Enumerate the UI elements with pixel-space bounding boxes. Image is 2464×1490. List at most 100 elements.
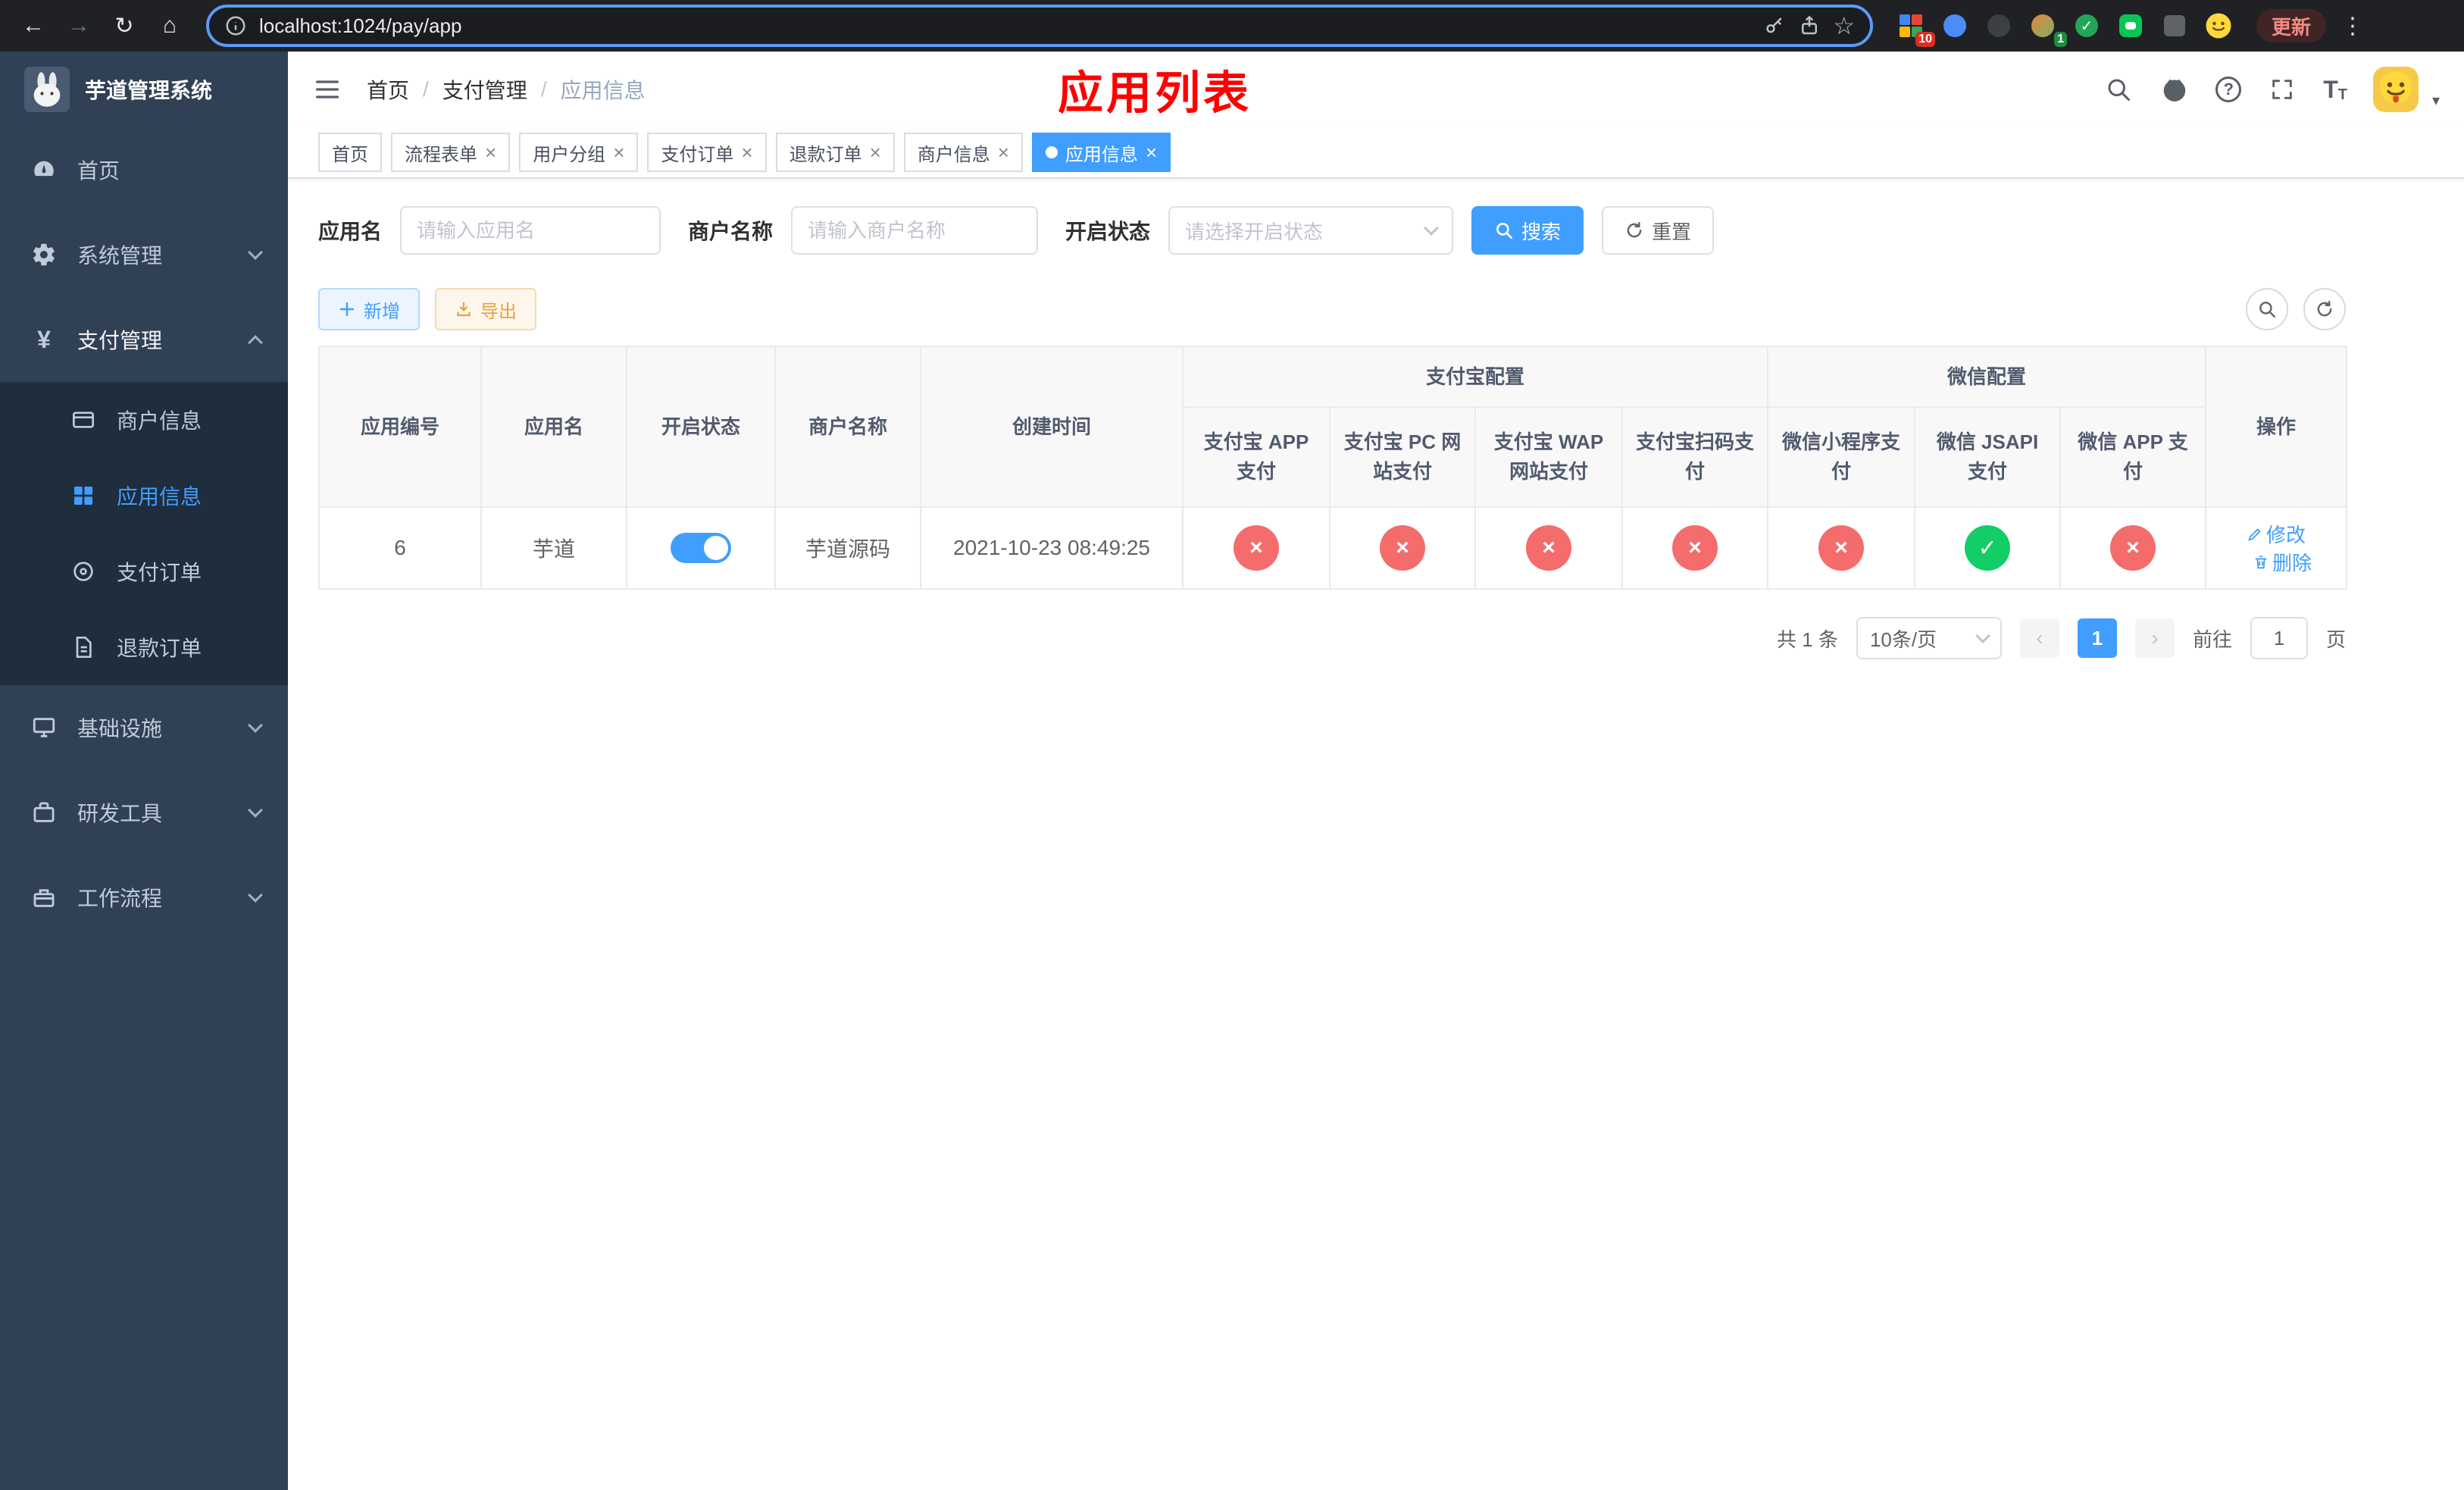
extension-check-icon[interactable]: ✓ <box>2073 12 2100 39</box>
navbar-actions: ? TT ▾ <box>2103 67 2440 112</box>
password-key-icon[interactable] <box>1763 14 1786 37</box>
col-alipay-pc: 支付宝 PC 网站支付 <box>1329 406 1476 508</box>
font-size-icon[interactable]: TT <box>2323 76 2347 104</box>
disabled-icon: × <box>1234 525 1279 571</box>
tab-home[interactable]: 首页 <box>318 133 382 172</box>
current-page-button[interactable]: 1 <box>2077 618 2117 658</box>
extension-avatar-icon[interactable]: 1 <box>2029 12 2067 47</box>
extension-dark-icon[interactable] <box>1985 12 2012 39</box>
search-button[interactable]: 搜索 <box>1471 206 1584 255</box>
sidebar-item-infrastructure[interactable]: 基础设施 <box>0 685 288 770</box>
app-name-label: 应用名 <box>318 220 383 243</box>
cell-wx-app: × <box>2059 506 2207 590</box>
site-info-icon[interactable] <box>224 14 247 37</box>
extensions-row: 10 1 ✓ <box>1897 12 2232 47</box>
reload-icon[interactable]: ↻ <box>103 5 145 47</box>
col-app-name: 应用名 <box>480 346 627 508</box>
forward-icon[interactable]: → <box>58 5 100 47</box>
table-tools <box>2246 288 2346 330</box>
page-size-select[interactable]: 10条/页 <box>1856 617 2002 659</box>
cell-created: 2021-10-23 08:49:25 <box>920 506 1184 590</box>
goto-page-input[interactable] <box>2250 617 2308 659</box>
github-icon[interactable] <box>2159 74 2190 105</box>
search-icon[interactable] <box>2103 74 2134 105</box>
tab-refund-order[interactable]: 退款订单 × <box>775 133 895 172</box>
drop-glyph <box>1943 14 1966 37</box>
sidebar: 芋道管理系统 首页 系统管理 ¥ 支付管理 商户信息 应用信息 支付订单 退款订… <box>0 52 288 1490</box>
profile-avatar-icon[interactable] <box>2205 12 2232 39</box>
sidebar-item-system[interactable]: 系统管理 <box>0 212 288 297</box>
goto-label: 前往 <box>2192 628 2232 651</box>
browser-update-button[interactable]: 更新 <box>2256 9 2327 42</box>
breadcrumb-pay[interactable]: 支付管理 <box>442 74 527 105</box>
show-search-button[interactable] <box>2246 288 2288 330</box>
avatar-caret-icon[interactable]: ▾ <box>2432 91 2440 110</box>
sidebar-item-app-info[interactable]: 应用信息 <box>0 458 288 534</box>
sidebar-item-pay[interactable]: ¥ 支付管理 <box>0 297 288 382</box>
fullscreen-icon[interactable] <box>2267 74 2297 105</box>
tab-merchant-info[interactable]: 商户信息 × <box>903 133 1023 172</box>
help-icon[interactable]: ? <box>2215 77 2242 102</box>
tab-process-form[interactable]: 流程表单 × <box>391 133 511 172</box>
sidebar-item-workflow[interactable]: 工作流程 <box>0 855 288 940</box>
back-icon[interactable]: ← <box>12 5 55 47</box>
tab-pay-order[interactable]: 支付订单 × <box>647 133 767 172</box>
tab-close-icon[interactable]: × <box>1146 142 1157 162</box>
app-name-input[interactable] <box>400 206 661 255</box>
status-toggle[interactable] <box>671 533 731 563</box>
edit-link[interactable]: 修改 <box>2247 520 2306 548</box>
status-label: 开启状态 <box>1065 220 1151 243</box>
top-navbar: 首页 / 支付管理 / 应用信息 应用列表 ? T T ▾ <box>288 52 2464 127</box>
status-select-placeholder: 请选择开启状态 <box>1185 220 1324 243</box>
next-page-button[interactable]: › <box>2134 618 2175 658</box>
sidebar-item-home[interactable]: 首页 <box>0 127 288 212</box>
refresh-icon <box>2317 300 2332 317</box>
browser-menu-icon[interactable]: ⋮ <box>2341 13 2364 39</box>
sidebar-item-merchant-info[interactable]: 商户信息 <box>0 382 288 458</box>
sidebar-item-devtools[interactable]: 研发工具 <box>0 770 288 855</box>
cell-actions: 修改 删除 <box>2205 506 2348 590</box>
refresh-table-button[interactable] <box>2303 288 2346 330</box>
reset-button[interactable]: 重置 <box>1602 206 1715 255</box>
download-icon <box>457 302 471 317</box>
share-icon[interactable] <box>1798 14 1821 37</box>
extension-chat-icon[interactable] <box>2117 12 2144 39</box>
tab-close-icon[interactable]: × <box>870 142 881 162</box>
sidebar-logo[interactable]: 芋道管理系统 <box>0 52 288 127</box>
status-select[interactable]: 请选择开启状态 <box>1168 206 1454 255</box>
toolbox-icon <box>30 799 58 826</box>
url-bar[interactable]: localhost:1024/pay/app ☆ <box>206 5 1873 47</box>
tab-app-info[interactable]: 应用信息 × <box>1031 133 1171 172</box>
tab-close-icon[interactable]: × <box>998 142 1009 162</box>
col-actions: 操作 <box>2205 346 2348 508</box>
sidebar-item-refund-order[interactable]: 退款订单 <box>0 609 288 685</box>
user-avatar[interactable] <box>2372 67 2419 112</box>
prev-page-button[interactable]: ‹ <box>2019 618 2059 658</box>
tab-close-icon[interactable]: × <box>485 142 496 162</box>
browser-chrome: ← → ↻ ⌂ localhost:1024/pay/app ☆ 10 1 ✓ … <box>0 0 2464 52</box>
export-button[interactable]: 导出 <box>435 288 536 330</box>
merchant-name-input[interactable] <box>791 206 1039 255</box>
tab-close-icon[interactable]: × <box>613 142 624 162</box>
extension-puzzle-icon[interactable] <box>2161 12 2188 39</box>
tab-label: 用户分组 <box>533 144 606 165</box>
extensions-grid-icon[interactable]: 10 <box>1897 12 1935 47</box>
tab-user-group[interactable]: 用户分组 × <box>519 133 639 172</box>
chevron-down-icon <box>248 245 263 260</box>
sidebar-item-pay-order[interactable]: 支付订单 <box>0 534 288 609</box>
tab-label: 退款订单 <box>789 144 862 165</box>
sidebar-toggle-icon[interactable] <box>312 74 342 105</box>
logo-image <box>24 67 70 112</box>
tab-close-icon[interactable]: × <box>741 142 752 162</box>
cell-wx-jsapi: ✓ <box>1914 506 2062 590</box>
add-button[interactable]: 新增 <box>318 288 420 330</box>
delete-link[interactable]: 删除 <box>2253 548 2312 576</box>
disabled-icon: × <box>1818 525 1865 571</box>
home-icon[interactable]: ⌂ <box>149 5 191 47</box>
col-merchant: 商户名称 <box>774 346 921 508</box>
col-wx-mini: 微信小程序支付 <box>1767 406 1916 508</box>
extension-drop-icon[interactable] <box>1941 12 1968 39</box>
breadcrumb-home[interactable]: 首页 <box>367 74 409 105</box>
bookmark-star-icon[interactable]: ☆ <box>1833 11 1855 40</box>
breadcrumb: 首页 / 支付管理 / 应用信息 <box>367 74 646 105</box>
